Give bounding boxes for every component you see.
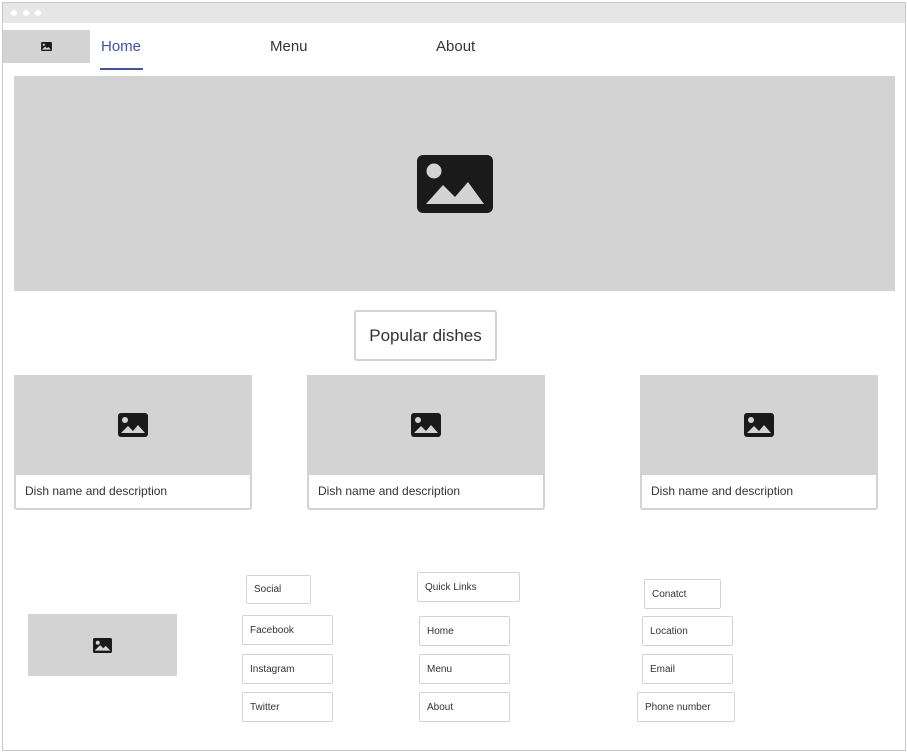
nav-menu[interactable]: Menu (270, 38, 308, 55)
email-link[interactable]: Email (642, 654, 733, 684)
footer-about-link[interactable]: About (419, 692, 510, 722)
nav-active-indicator (100, 68, 143, 70)
window-dot (23, 10, 29, 16)
dish-card-caption: Dish name and description (14, 475, 252, 510)
location-link[interactable]: Location (642, 616, 733, 646)
image-icon (416, 154, 493, 213)
popular-dishes-title: Popular dishes (354, 310, 497, 361)
instagram-link[interactable]: Instagram (242, 654, 333, 684)
nav-home[interactable]: Home (101, 38, 141, 55)
nav-about[interactable]: About (436, 38, 475, 55)
contact-heading: Conatct (644, 579, 721, 609)
window-dot (11, 10, 17, 16)
footer-menu-link[interactable]: Menu (419, 654, 510, 684)
window-titlebar (3, 3, 905, 23)
dish-card-image[interactable] (307, 375, 545, 475)
image-icon (744, 413, 774, 437)
image-icon (411, 413, 441, 437)
logo-placeholder[interactable] (3, 30, 90, 63)
dish-card-image[interactable] (14, 375, 252, 475)
footer-home-link[interactable]: Home (419, 616, 510, 646)
image-icon (41, 42, 52, 51)
image-icon (93, 637, 112, 653)
dish-card-caption: Dish name and description (640, 475, 878, 510)
phone-number-link[interactable]: Phone number (637, 692, 735, 722)
twitter-link[interactable]: Twitter (242, 692, 333, 722)
dish-card-caption: Dish name and description (307, 475, 545, 510)
window-dot (35, 10, 41, 16)
facebook-link[interactable]: Facebook (242, 615, 333, 645)
quick-links-heading: Quick Links (417, 572, 520, 602)
hero-image-placeholder (14, 76, 895, 291)
dish-card-image[interactable] (640, 375, 878, 475)
image-icon (118, 413, 148, 437)
social-heading: Social (246, 575, 311, 604)
footer-logo-placeholder (28, 614, 177, 676)
